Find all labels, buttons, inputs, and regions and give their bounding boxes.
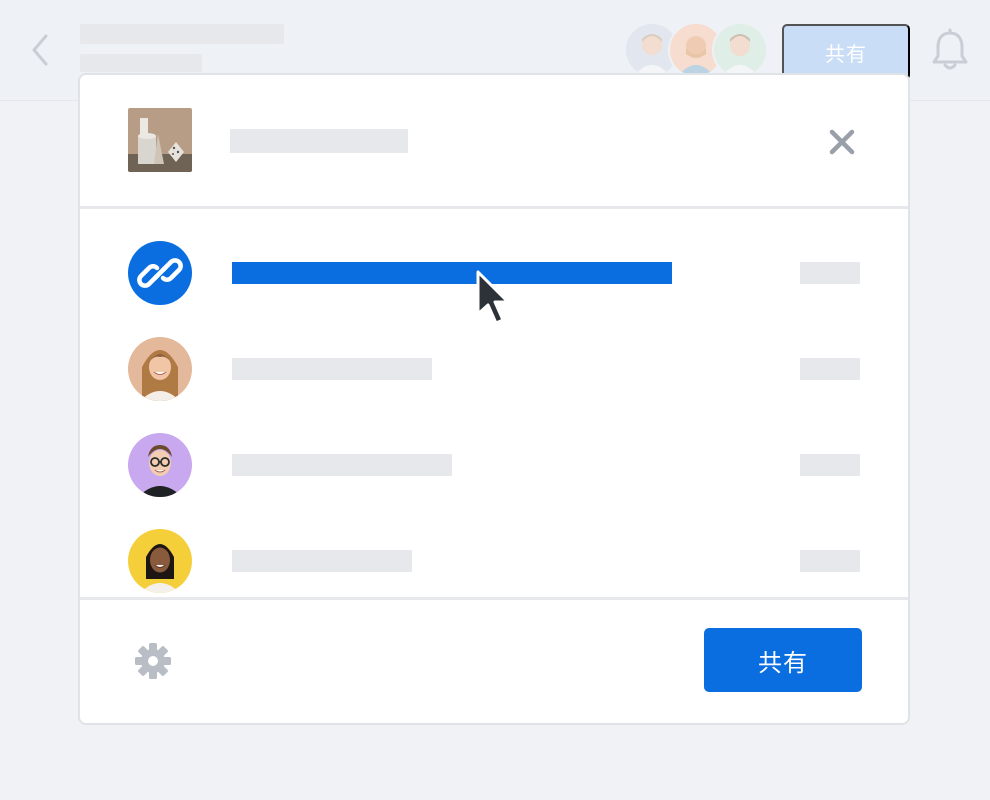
page-subtitle-placeholder	[80, 54, 202, 72]
divider	[80, 597, 908, 600]
member-row[interactable]	[80, 529, 908, 593]
back-chevron-icon[interactable]	[28, 32, 56, 68]
link-text-highlighted[interactable]	[232, 262, 672, 284]
member-row[interactable]	[80, 433, 908, 497]
divider	[80, 206, 908, 209]
file-thumbnail	[128, 108, 192, 172]
member-name-placeholder	[232, 454, 452, 476]
link-icon	[128, 241, 192, 305]
close-icon[interactable]	[828, 128, 856, 156]
file-name-placeholder	[230, 129, 408, 153]
link-permission-placeholder[interactable]	[800, 262, 860, 284]
avatar	[128, 337, 192, 401]
share-dialog: 共有	[78, 73, 910, 725]
dialog-header	[80, 75, 908, 206]
mouse-cursor-icon	[476, 270, 510, 325]
gear-icon[interactable]	[134, 642, 172, 680]
member-permission-placeholder[interactable]	[800, 358, 860, 380]
collaborator-avatars[interactable]	[624, 22, 768, 78]
member-row[interactable]	[80, 337, 908, 401]
avatar	[128, 433, 192, 497]
share-button[interactable]: 共有	[704, 628, 862, 692]
avatar	[712, 22, 768, 78]
member-name-placeholder	[232, 550, 412, 572]
member-name-placeholder	[232, 358, 432, 380]
header-share-button[interactable]: 共有	[782, 24, 910, 80]
avatar	[128, 529, 192, 593]
bell-icon[interactable]	[928, 28, 972, 74]
page-title-placeholder	[80, 24, 284, 44]
member-permission-placeholder[interactable]	[800, 454, 860, 476]
member-permission-placeholder[interactable]	[800, 550, 860, 572]
